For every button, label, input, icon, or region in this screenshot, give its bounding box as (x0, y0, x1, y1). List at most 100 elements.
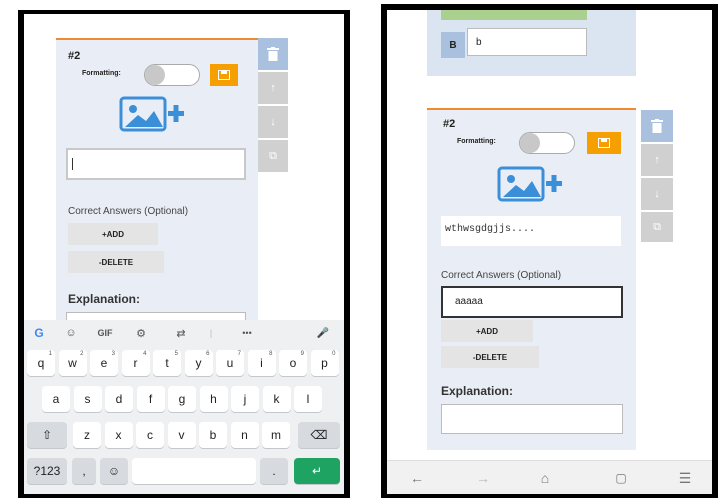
save-button[interactable] (587, 132, 621, 154)
key-x[interactable]: x (104, 422, 133, 448)
google-icon[interactable]: G (28, 324, 50, 342)
key-d[interactable]: d (105, 386, 133, 412)
emoji-sticker-icon[interactable]: ☺ (60, 324, 82, 342)
add-answer-button[interactable]: +ADD (441, 320, 533, 342)
forward-arrow-icon[interactable]: → (471, 467, 495, 489)
key-y[interactable]: y6 (184, 350, 213, 376)
right-phone-screen: B b #2 Formatting: ↑ ↓ ⧉ wthwsgdgjjs....… (387, 10, 712, 494)
key-v[interactable]: v (167, 422, 196, 448)
gif-button[interactable]: GIF (92, 324, 118, 342)
copy-icon: ⧉ (653, 220, 661, 233)
key-p[interactable]: p0 (310, 350, 339, 376)
key-w[interactable]: w2 (58, 350, 87, 376)
duplicate-button[interactable]: ⧉ (641, 212, 673, 242)
toggle-knob (520, 133, 540, 153)
explanation-input[interactable] (441, 404, 623, 434)
question-number: #2 (68, 50, 81, 62)
key-r[interactable]: r4 (121, 350, 150, 376)
arrow-up-icon: ↑ (654, 154, 660, 166)
key-q[interactable]: q1 (27, 350, 55, 376)
delete-question-button[interactable] (258, 38, 288, 70)
add-answer-button[interactable]: +ADD (68, 223, 158, 245)
add-image-button[interactable] (119, 96, 199, 132)
delete-answer-button[interactable]: -DELETE (68, 251, 164, 273)
answer-text-display[interactable]: wthwsgdgjjs.... (441, 216, 621, 246)
option-b-input[interactable]: b (467, 28, 587, 56)
on-screen-keyboard: G ☺ GIF ⚙ ⇄ | ••• 🎤 q1w2e3r4t5y6u7i8o9p0… (24, 320, 344, 494)
right-phone-frame: B b #2 Formatting: ↑ ↓ ⧉ wthwsgdgjjs....… (381, 4, 718, 498)
add-image-icon (119, 96, 184, 132)
answer-text: wthwsgdgjjs.... (445, 224, 536, 235)
left-phone-frame: #2 Formatting: ↑ ↓ ⧉ Correct Answers (Op… (18, 10, 350, 498)
text-cursor (72, 158, 73, 170)
save-button[interactable] (210, 64, 238, 86)
add-image-icon (497, 166, 562, 202)
browser-nav-bar: ← → ⌂ ▢ ☰ (387, 460, 712, 494)
key-c[interactable]: c (136, 422, 164, 448)
emoji-key[interactable]: ☺ (100, 458, 128, 484)
key-n[interactable]: n (230, 422, 259, 448)
key-s[interactable]: s (73, 386, 102, 412)
trash-icon (651, 119, 663, 133)
save-icon (598, 138, 610, 148)
correct-answers-label: Correct Answers (Optional) (441, 270, 562, 281)
left-phone-screen: #2 Formatting: ↑ ↓ ⧉ Correct Answers (Op… (24, 14, 344, 494)
delete-question-button[interactable] (641, 110, 673, 142)
key-k[interactable]: k (262, 386, 291, 412)
toggle-knob (145, 65, 165, 85)
settings-gear-icon[interactable]: ⚙ (130, 324, 152, 342)
key-z[interactable]: z (73, 422, 101, 448)
numbers-key[interactable]: ?123 (27, 458, 67, 484)
key-b[interactable]: b (199, 422, 227, 448)
back-arrow-icon[interactable]: ← (405, 467, 429, 489)
duplicate-button[interactable]: ⧉ (258, 140, 288, 172)
home-icon[interactable]: ⌂ (533, 467, 557, 489)
key-u[interactable]: u7 (216, 350, 244, 376)
add-image-button[interactable] (497, 166, 577, 202)
enter-key[interactable]: ↵ (294, 458, 340, 484)
formatting-toggle[interactable] (519, 132, 575, 154)
correct-answer-input[interactable]: aaaaa (441, 286, 623, 318)
tabs-icon[interactable]: ▢ (609, 467, 633, 489)
key-j[interactable]: j (231, 386, 259, 412)
copy-icon: ⧉ (269, 149, 277, 162)
key-t[interactable]: t5 (153, 350, 181, 376)
option-b-value: b (476, 37, 482, 48)
formatting-label: Formatting: (457, 138, 496, 145)
explanation-label: Explanation: (68, 292, 141, 306)
move-up-button[interactable]: ↑ (258, 72, 288, 104)
move-down-button[interactable]: ↓ (258, 106, 288, 138)
spacebar[interactable] (132, 458, 256, 484)
backspace-key[interactable]: ⌫ (298, 422, 340, 448)
more-options-icon[interactable]: ••• (234, 324, 260, 342)
save-icon (218, 70, 230, 80)
key-h[interactable]: h (199, 386, 228, 412)
trash-icon (267, 47, 279, 61)
microphone-icon[interactable]: 🎤 (312, 324, 334, 342)
key-a[interactable]: a (42, 386, 70, 412)
answer-text-input[interactable] (66, 148, 246, 180)
correct-answers-label: Correct Answers (Optional) (68, 206, 189, 217)
key-i[interactable]: i8 (247, 350, 276, 376)
shift-key[interactable]: ⇧ (27, 422, 67, 448)
explanation-label: Explanation: (441, 384, 514, 398)
key-l[interactable]: l (294, 386, 322, 412)
toolbar-divider: | (209, 328, 213, 338)
delete-answer-button[interactable]: -DELETE (441, 346, 539, 368)
option-b-letter: B (441, 32, 465, 58)
period-key[interactable]: . (260, 458, 288, 484)
key-e[interactable]: e3 (90, 350, 118, 376)
key-g[interactable]: g (168, 386, 196, 412)
arrow-up-icon: ↑ (270, 82, 276, 94)
question-number: #2 (443, 118, 456, 130)
key-m[interactable]: m (262, 422, 290, 448)
translate-icon[interactable]: ⇄ (170, 324, 192, 342)
comma-key[interactable]: , (72, 458, 96, 484)
key-o[interactable]: o9 (279, 350, 307, 376)
move-up-button[interactable]: ↑ (641, 144, 673, 176)
menu-icon[interactable]: ☰ (673, 467, 697, 489)
correct-answer-value: aaaaa (455, 296, 483, 307)
formatting-toggle[interactable] (144, 64, 200, 86)
key-f[interactable]: f (136, 386, 165, 412)
move-down-button[interactable]: ↓ (641, 178, 673, 210)
